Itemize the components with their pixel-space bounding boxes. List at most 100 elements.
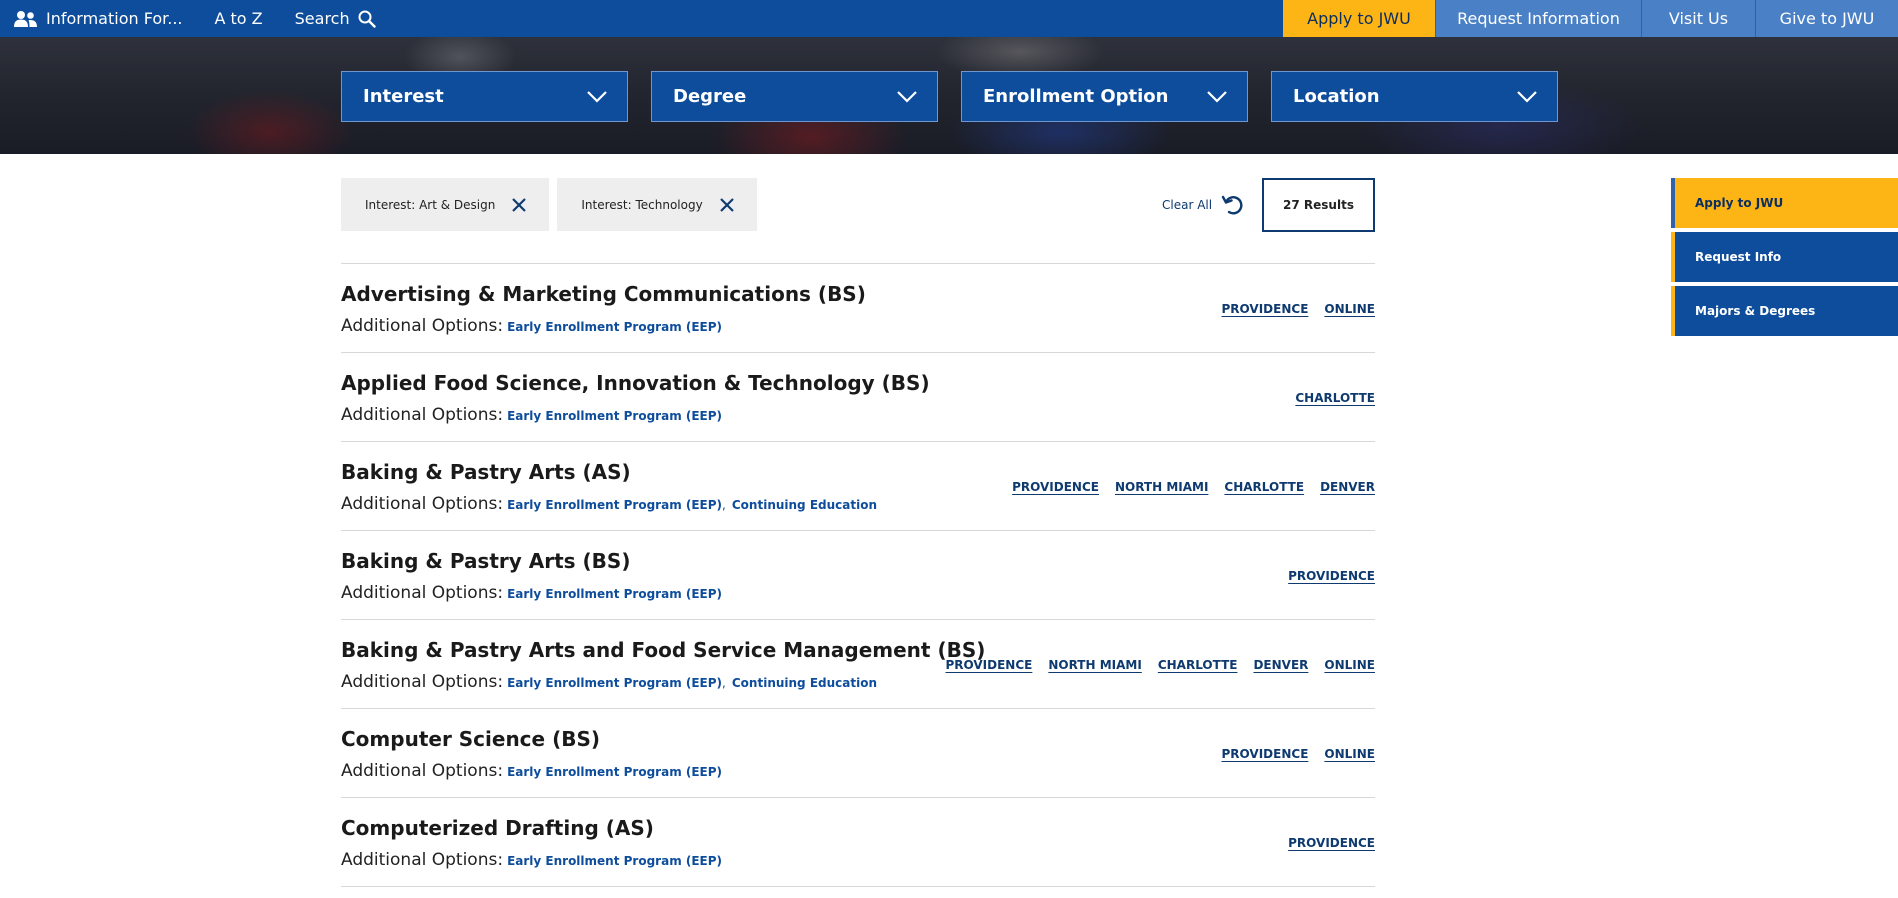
location-links: PROVIDENCE ONLINE — [1222, 302, 1375, 316]
filter-bar: Interest Degree Enrollment Option Locati… — [341, 71, 1558, 122]
clear-all-button[interactable]: Clear All — [1162, 193, 1244, 217]
program-row: Advertising & Marketing Communications (… — [341, 264, 1375, 353]
location-link[interactable]: CHARLOTTE — [1295, 391, 1375, 405]
a-to-z-link[interactable]: A to Z — [199, 0, 279, 37]
program-row: Baking & Pastry Arts (BS) Additional Opti… — [341, 531, 1375, 620]
location-link[interactable]: DENVER — [1320, 480, 1375, 494]
location-filter-label: Location — [1293, 86, 1380, 107]
top-nav: Information For... A to Z Search — [0, 0, 392, 37]
location-links: PROVIDENCE ONLINE — [1222, 747, 1375, 761]
program-title-link[interactable]: Baking & Pastry Arts (BS) — [341, 549, 630, 573]
additional-options-label: Additional Options: — [341, 850, 504, 870]
location-link[interactable]: DENVER — [1253, 658, 1308, 672]
filter-chip-label: Interest: Technology — [581, 197, 703, 212]
active-filters: Interest: Art & Design Interest: Technol… — [341, 178, 757, 231]
chevron-down-icon — [587, 90, 607, 103]
request-information-button[interactable]: Request Information — [1435, 0, 1641, 37]
results-count: 27 Results — [1262, 178, 1375, 232]
option-link[interactable]: Early Enrollment Program (EEP) — [507, 676, 722, 690]
program-list: Advertising & Marketing Communications (… — [341, 263, 1375, 887]
additional-options-label: Additional Options: — [341, 761, 504, 781]
program-title-link[interactable]: Computerized Drafting (AS) — [341, 816, 654, 840]
search-icon — [358, 10, 376, 28]
apply-button[interactable]: Apply to JWU — [1283, 0, 1435, 37]
additional-options: Additional Options: Early Enrollment Prog… — [341, 672, 877, 692]
chevron-down-icon — [1517, 90, 1537, 103]
location-link[interactable]: CHARLOTTE — [1224, 480, 1304, 494]
option-link[interactable]: Early Enrollment Program (EEP) — [507, 409, 722, 423]
option-link[interactable]: Continuing Education — [732, 498, 877, 512]
option-link[interactable]: Early Enrollment Program (EEP) — [507, 498, 722, 512]
program-title-link[interactable]: Applied Food Science, Innovation & Techn… — [341, 371, 930, 395]
additional-options-label: Additional Options: — [341, 583, 504, 603]
clear-all-label: Clear All — [1162, 198, 1213, 212]
information-for-menu[interactable]: Information For... — [0, 0, 199, 37]
information-for-label: Information For... — [46, 9, 183, 28]
location-link[interactable]: PROVIDENCE — [1012, 480, 1099, 494]
option-link[interactable]: Continuing Education — [732, 676, 877, 690]
additional-options: Additional Options: Early Enrollment Prog… — [341, 316, 722, 336]
close-icon[interactable] — [511, 197, 527, 213]
program-row: Computerized Drafting (AS) Additional Opt… — [341, 798, 1375, 887]
option-link[interactable]: Early Enrollment Program (EEP) — [507, 320, 722, 334]
location-link[interactable]: PROVIDENCE — [1288, 569, 1375, 583]
filter-chip[interactable]: Interest: Art & Design — [341, 178, 550, 231]
program-title-link[interactable]: Advertising & Marketing Communications (… — [341, 282, 866, 306]
degree-filter-dropdown[interactable]: Degree — [651, 71, 938, 122]
location-links: PROVIDENCE NORTH MIAMI CHARLOTTE DENVER — [1012, 480, 1375, 494]
option-link[interactable]: Early Enrollment Program (EEP) — [507, 765, 722, 779]
program-title-link[interactable]: Baking & Pastry Arts (AS) — [341, 460, 631, 484]
top-bar: Information For... A to Z Search Apply t… — [0, 0, 1898, 37]
location-link[interactable]: PROVIDENCE — [945, 658, 1032, 672]
additional-options-label: Additional Options: — [341, 494, 504, 514]
program-title-link[interactable]: Computer Science (BS) — [341, 727, 600, 751]
people-icon — [14, 10, 37, 27]
location-link[interactable]: PROVIDENCE — [1288, 836, 1375, 850]
interest-filter-label: Interest — [363, 86, 444, 107]
filter-chip[interactable]: Interest: Technology — [557, 178, 757, 231]
option-separator: , — [722, 498, 726, 512]
location-link[interactable]: ONLINE — [1324, 658, 1375, 672]
side-tabs: Apply to JWU Request Info Majors & Degre… — [1671, 178, 1898, 340]
close-icon[interactable] — [719, 197, 735, 213]
location-link[interactable]: ONLINE — [1324, 302, 1375, 316]
additional-options: Additional Options: Early Enrollment Prog… — [341, 850, 722, 870]
interest-filter-dropdown[interactable]: Interest — [341, 71, 628, 122]
side-apply-tab[interactable]: Apply to JWU — [1671, 178, 1898, 228]
location-link[interactable]: PROVIDENCE — [1222, 302, 1309, 316]
filter-chip-label: Interest: Art & Design — [365, 197, 496, 212]
give-button[interactable]: Give to JWU — [1755, 0, 1898, 37]
search-button[interactable]: Search — [279, 0, 392, 37]
program-title-link[interactable]: Baking & Pastry Arts and Food Service Ma… — [341, 638, 985, 662]
location-links: CHARLOTTE — [1295, 391, 1375, 405]
additional-options-label: Additional Options: — [341, 672, 504, 692]
location-links: PROVIDENCE NORTH MIAMI CHARLOTTE DENVER ONLI… — [945, 658, 1375, 672]
side-majors-degrees-tab[interactable]: Majors & Degrees — [1671, 286, 1898, 336]
side-request-info-tab[interactable]: Request Info — [1671, 232, 1898, 282]
degree-filter-label: Degree — [673, 86, 747, 107]
program-row: Baking & Pastry Arts (AS) Additional Opti… — [341, 442, 1375, 531]
location-links: PROVIDENCE — [1288, 569, 1375, 583]
location-link[interactable]: PROVIDENCE — [1222, 747, 1309, 761]
additional-options: Additional Options: Early Enrollment Prog… — [341, 494, 877, 514]
location-link[interactable]: CHARLOTTE — [1158, 658, 1238, 672]
enrollment-filter-label: Enrollment Option — [983, 86, 1169, 107]
visit-us-button[interactable]: Visit Us — [1641, 0, 1755, 37]
additional-options: Additional Options: Early Enrollment Prog… — [341, 583, 722, 603]
hero-banner: Interest Degree Enrollment Option Locati… — [0, 37, 1898, 154]
enrollment-option-filter-dropdown[interactable]: Enrollment Option — [961, 71, 1248, 122]
chevron-down-icon — [1207, 90, 1227, 103]
additional-options: Additional Options: Early Enrollment Prog… — [341, 405, 722, 425]
location-link[interactable]: NORTH MIAMI — [1048, 658, 1141, 672]
option-link[interactable]: Early Enrollment Program (EEP) — [507, 854, 722, 868]
option-separator: , — [722, 676, 726, 690]
option-link[interactable]: Early Enrollment Program (EEP) — [507, 587, 722, 601]
location-link[interactable]: ONLINE — [1324, 747, 1375, 761]
additional-options: Additional Options: Early Enrollment Prog… — [341, 761, 722, 781]
program-row: Computer Science (BS) Additional Options:… — [341, 709, 1375, 798]
location-filter-dropdown[interactable]: Location — [1271, 71, 1558, 122]
location-link[interactable]: NORTH MIAMI — [1115, 480, 1208, 494]
additional-options-label: Additional Options: — [341, 316, 504, 336]
top-buttons: Apply to JWU Request Information Visit U… — [1283, 0, 1898, 37]
search-label: Search — [294, 9, 350, 28]
